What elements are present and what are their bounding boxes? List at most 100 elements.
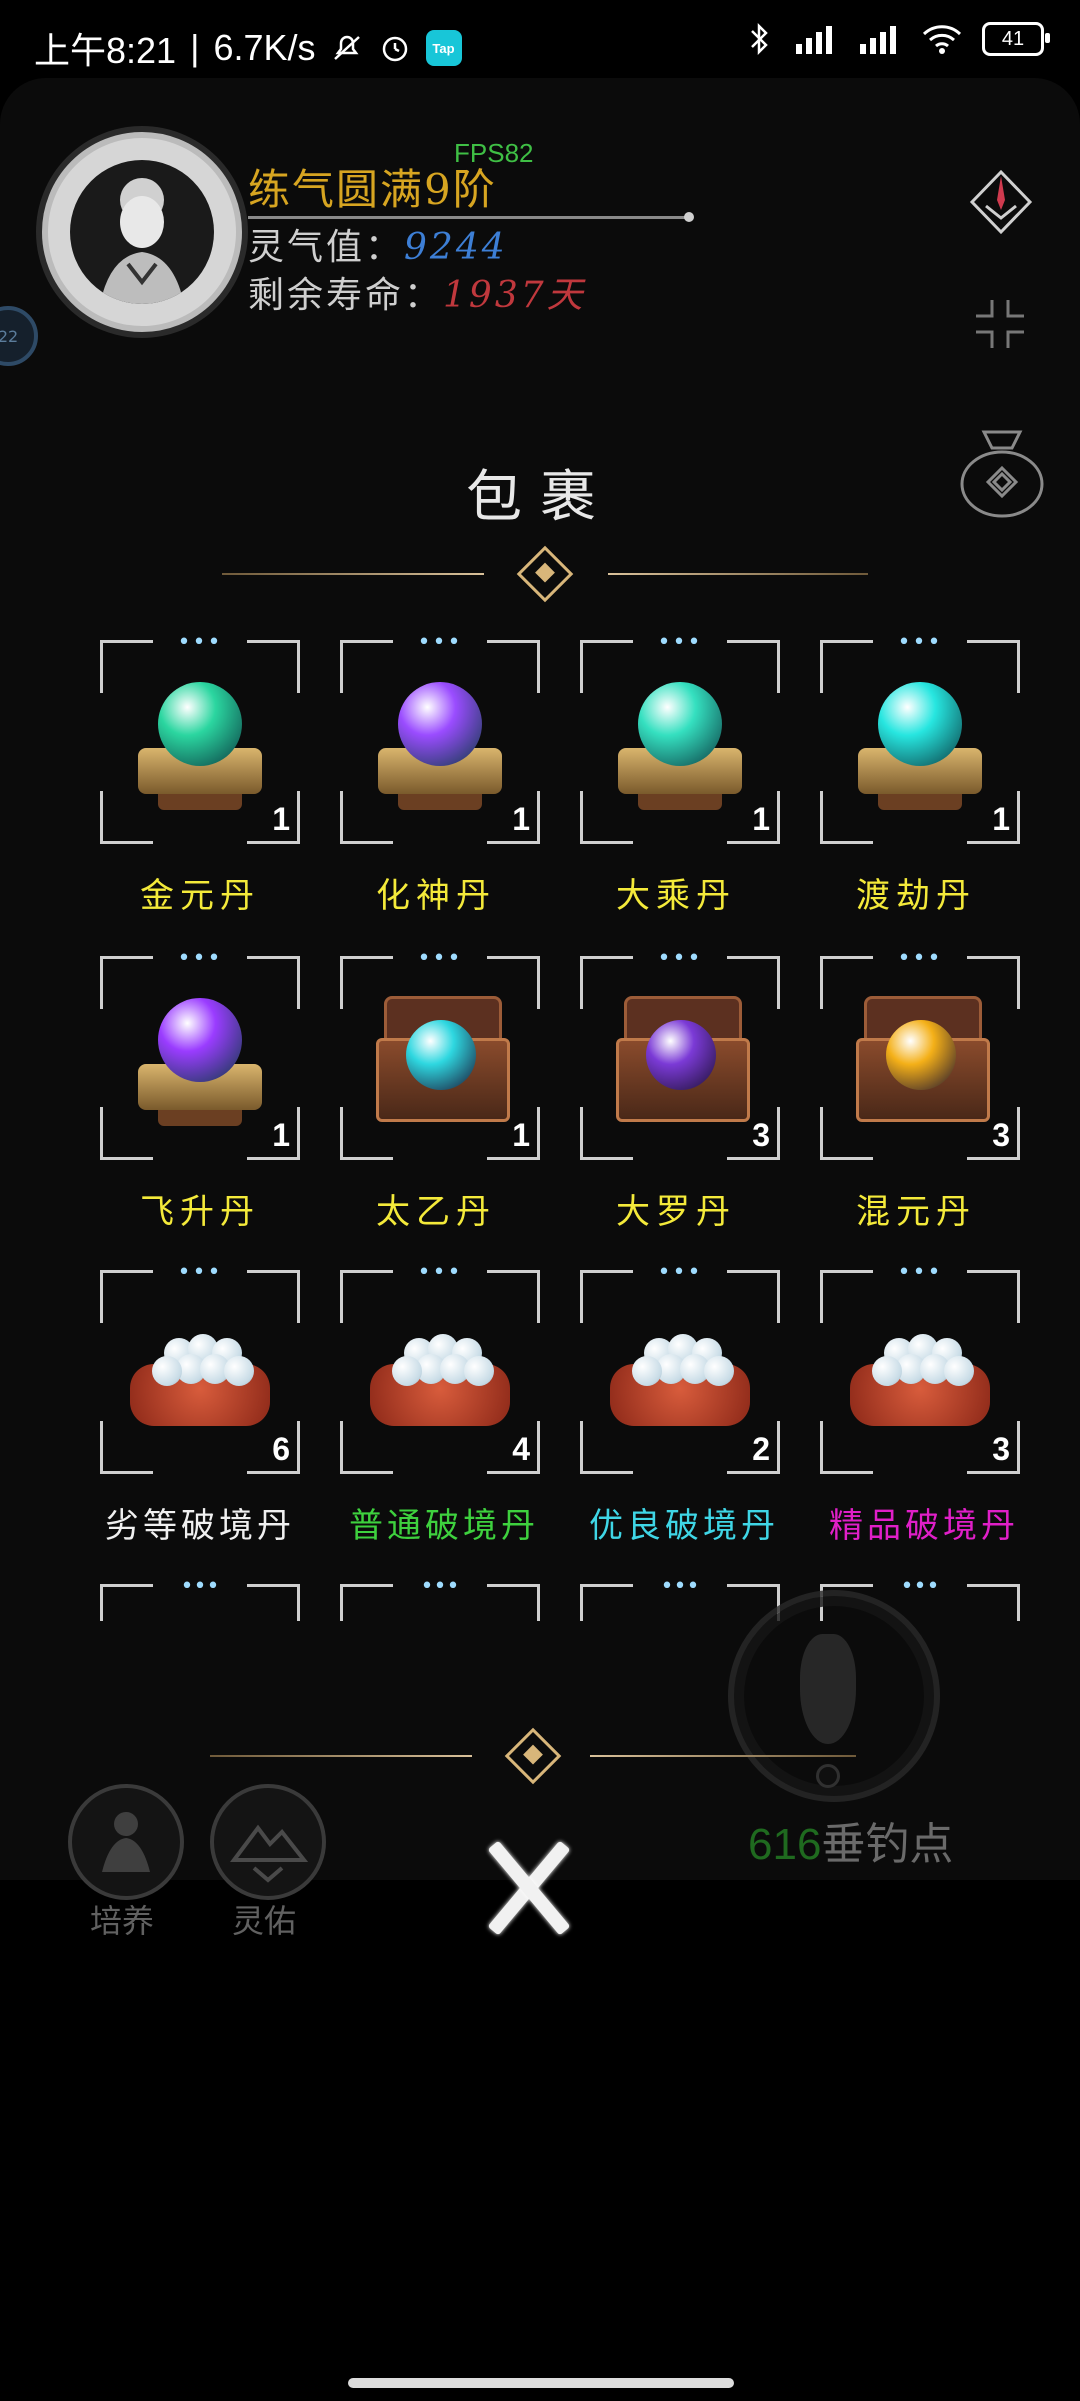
orb-icon [886, 1020, 956, 1090]
portrait-icon [100, 178, 184, 304]
fishing-points-value: 616 [748, 1820, 822, 1869]
item-name: 太乙丹 [376, 1192, 496, 1232]
item-count: 3 [992, 1117, 1010, 1153]
item-name: 飞升丹 [140, 1192, 260, 1232]
orb-icon [158, 682, 242, 766]
item-count: 1 [272, 801, 290, 837]
bag-slot[interactable]: ••• 1 [580, 630, 780, 844]
slot-more-icon: ••• [180, 1574, 220, 1599]
bag-slot[interactable]: ••• 1 [340, 946, 540, 1160]
bag-slot[interactable]: ••• 1 [340, 630, 540, 844]
item-name: 化神丹 [376, 876, 496, 916]
item-art [850, 990, 990, 1130]
item-art [130, 1304, 270, 1444]
item-art [850, 674, 990, 814]
spirit-label: 灵气值： [248, 227, 405, 268]
item-count: 3 [752, 1117, 770, 1153]
slot-more-icon[interactable]: ••• [340, 630, 540, 655]
map-marker-icon[interactable] [964, 166, 1038, 240]
status-separator: | [190, 27, 200, 68]
pearl-icon [464, 1356, 494, 1386]
spirit-value: 9244 [404, 227, 508, 268]
item-name: 劣等破境丹 [105, 1506, 295, 1546]
bottom-area [0, 1880, 1080, 2360]
slot-more-icon[interactable]: ••• [580, 630, 780, 655]
bag-slot[interactable]: ••• 1 [100, 946, 300, 1160]
slot-more-icon[interactable]: ••• [100, 1260, 300, 1285]
slot-more-icon: ••• [660, 1574, 700, 1599]
item-art [610, 990, 750, 1130]
item-art [610, 1304, 750, 1444]
item-art [370, 1304, 510, 1444]
item-name: 金元丹 [140, 876, 260, 916]
battery-level: 41 [1001, 27, 1025, 50]
item-name: 优良破境丹 [589, 1506, 779, 1546]
cultivate-button[interactable] [68, 1784, 184, 1900]
taptap-app-icon: Tap [425, 30, 462, 66]
item-count: 1 [512, 801, 530, 837]
bag-slot[interactable]: ••• 2 [580, 1260, 780, 1474]
slot-more-icon[interactable]: ••• [820, 630, 1020, 655]
item-name: 混元丹 [856, 1192, 976, 1232]
blessing-button[interactable] [210, 1784, 326, 1900]
slot-more-icon[interactable]: ••• [340, 946, 540, 971]
item-art [130, 674, 270, 814]
item-art [130, 990, 270, 1130]
fishing-points: 616垂钓点 [748, 1808, 953, 1872]
slot-more-icon[interactable]: ••• [580, 1260, 780, 1285]
top-divider [222, 545, 868, 603]
item-art [610, 674, 750, 814]
close-icon[interactable] [478, 1838, 578, 1938]
bag-slot[interactable]: ••• 6 [100, 1260, 300, 1474]
lifespan-label: 剩余寿命： [248, 275, 444, 316]
bag-slot[interactable]: ••• 1 [100, 630, 300, 844]
signal-icon-2 [860, 26, 896, 54]
item-count: 1 [992, 801, 1010, 837]
slot-more-icon[interactable]: ••• [820, 1260, 1020, 1285]
pearl-icon [944, 1356, 974, 1386]
bag-slot[interactable]: ••• 3 [820, 1260, 1020, 1474]
lifespan-stat: 剩余寿命：1937天 [248, 266, 586, 318]
item-name: 普通破境丹 [349, 1506, 539, 1546]
mountain-icon [230, 1824, 309, 1883]
bottom-divider [210, 1727, 856, 1785]
player-avatar[interactable] [36, 126, 248, 338]
collapse-icon[interactable] [972, 296, 1028, 352]
bag-slot[interactable]: ••• 3 [580, 946, 780, 1160]
empty-slot[interactable]: ••• [100, 1574, 300, 1622]
orb-icon [646, 1020, 716, 1090]
item-count: 1 [752, 801, 770, 837]
slot-more-icon[interactable]: ••• [340, 1260, 540, 1285]
item-count: 1 [272, 1117, 290, 1153]
orb-icon [406, 1020, 476, 1090]
slot-more-icon[interactable]: ••• [100, 946, 300, 971]
slot-more-icon[interactable]: ••• [580, 946, 780, 971]
pearl-icon [392, 1356, 422, 1386]
pearl-icon [224, 1356, 254, 1386]
slot-more-icon: ••• [420, 1574, 460, 1599]
cultivator-icon [102, 1812, 150, 1872]
status-right: 41 [744, 22, 1050, 56]
empty-slot[interactable]: ••• [580, 1574, 780, 1622]
item-count: 2 [752, 1431, 770, 1467]
item-count: 3 [992, 1431, 1010, 1467]
slot-more-icon[interactable]: ••• [100, 630, 300, 655]
pearl-icon [704, 1356, 734, 1386]
bag-slot[interactable]: ••• 4 [340, 1260, 540, 1474]
avatar-portrait [70, 160, 214, 304]
item-art [370, 674, 510, 814]
empty-slot[interactable]: ••• [340, 1574, 540, 1622]
orb-icon [878, 682, 962, 766]
item-name: 大罗丹 [616, 1192, 736, 1232]
fishing-points-label: 垂钓点 [821, 1820, 954, 1869]
home-indicator[interactable] [348, 2378, 734, 2388]
battery-icon: 41 [982, 22, 1050, 56]
bag-slot[interactable]: ••• 1 [820, 630, 1020, 844]
slot-more-icon[interactable]: ••• [820, 946, 1020, 971]
fish-icon [800, 1634, 856, 1744]
pearl-icon [152, 1356, 182, 1386]
alarm-icon [382, 36, 407, 62]
bag-slot[interactable]: ••• 3 [820, 946, 1020, 1160]
item-art [370, 990, 510, 1130]
pearl-icon [872, 1356, 902, 1386]
